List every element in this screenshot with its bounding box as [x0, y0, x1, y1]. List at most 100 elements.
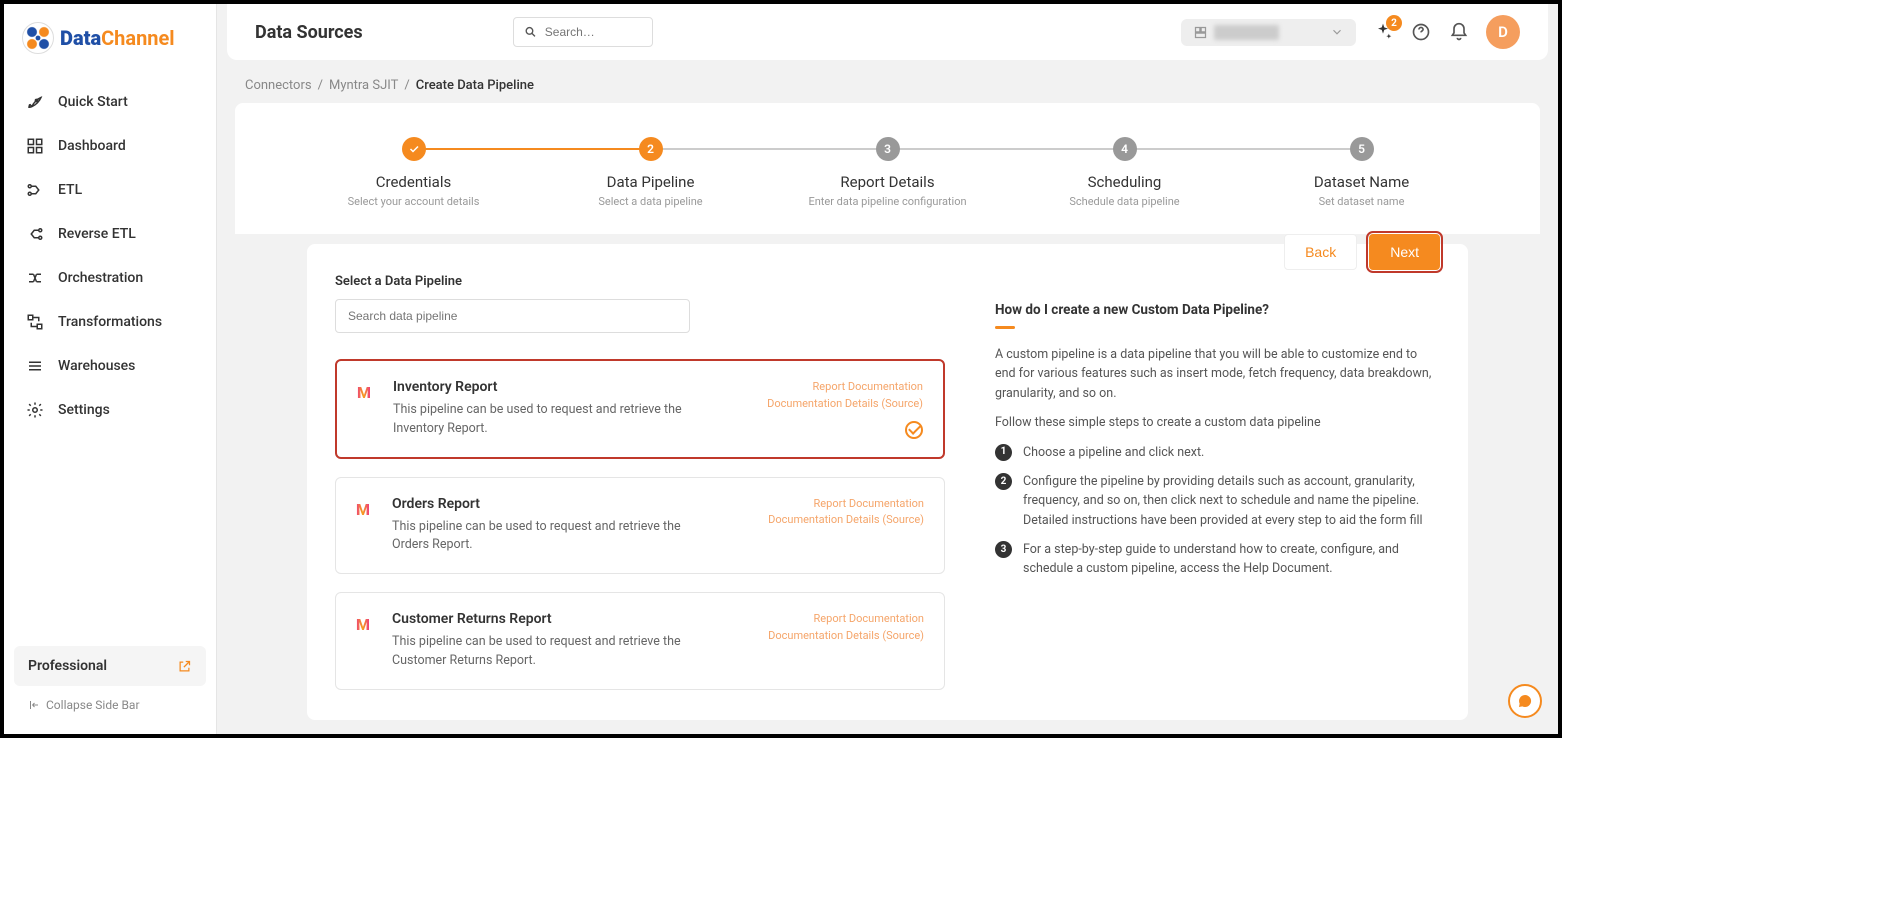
help-button[interactable] [1410, 21, 1432, 43]
pipeline-card[interactable]: M Customer Returns Report This pipeline … [335, 592, 945, 690]
breadcrumb-connectors[interactable]: Connectors [245, 78, 312, 93]
step-sub: Select a data pipeline [532, 195, 769, 208]
report-doc-link[interactable]: Report Documentation [768, 496, 924, 513]
step-sub: Schedule data pipeline [1006, 195, 1243, 208]
step-dataset-name[interactable]: 5 Dataset Name Set dataset name [1243, 137, 1480, 208]
transform-icon [26, 313, 44, 331]
sidebar-item-warehouses[interactable]: Warehouses [14, 344, 206, 388]
pipeline-desc: This pipeline can be used to request and… [393, 401, 693, 439]
step-title: Scheduling [1006, 173, 1243, 191]
notifications-button[interactable] [1448, 21, 1470, 43]
breadcrumb-current: Create Data Pipeline [416, 78, 534, 93]
help-step: Configure the pipeline by providing deta… [995, 472, 1440, 530]
step-credentials[interactable]: Credentials Select your account details [295, 137, 532, 208]
myntra-icon: M [356, 615, 378, 637]
help-step: Choose a pipeline and click next. [995, 443, 1440, 462]
stepper: Credentials Select your account details … [295, 137, 1480, 208]
help-steps: Choose a pipeline and click next. Config… [995, 443, 1440, 579]
help-paragraph: A custom pipeline is a data pipeline tha… [995, 345, 1440, 403]
report-doc-link[interactable]: Report Documentation [768, 611, 924, 628]
collapse-sidebar[interactable]: Collapse Side Bar [14, 686, 206, 724]
sidebar-item-label: Orchestration [58, 270, 143, 286]
myntra-icon: M [356, 500, 378, 522]
step-title: Report Details [769, 173, 1006, 191]
notif-badge: 2 [1386, 15, 1402, 31]
step-circle: 4 [1113, 137, 1137, 161]
database-icon [26, 357, 44, 375]
step-circle: 2 [639, 137, 663, 161]
sidebar-item-transformations[interactable]: Transformations [14, 300, 206, 344]
ai-sparkle-button[interactable]: 2 [1372, 21, 1394, 43]
workspace-label: Workspace [1214, 25, 1279, 40]
main: Data Sources Workspace 2 [217, 4, 1558, 734]
help-step: For a step-by-step guide to understand h… [995, 540, 1440, 579]
check-icon [408, 143, 420, 155]
logo[interactable]: DataChannel [4, 14, 216, 72]
doc-details-link[interactable]: Documentation Details (Source) [768, 512, 924, 529]
orchestration-icon [26, 269, 44, 287]
step-title: Data Pipeline [532, 173, 769, 191]
content-panel: Select a Data Pipeline M Inventory Repor… [307, 244, 1468, 720]
grid-icon [26, 137, 44, 155]
collapse-label: Collapse Side Bar [46, 698, 140, 712]
workspace-switcher[interactable]: Workspace [1181, 19, 1356, 46]
selected-check-icon [905, 421, 923, 439]
sidebar-item-label: Settings [58, 402, 110, 418]
collapse-icon [28, 699, 40, 711]
report-doc-link[interactable]: Report Documentation [767, 379, 923, 396]
search-input[interactable] [545, 25, 642, 39]
doc-details-link[interactable]: Documentation Details (Source) [768, 628, 924, 645]
pipeline-list: M Inventory Report This pipeline can be … [335, 359, 945, 690]
page-title: Data Sources [255, 22, 363, 43]
chat-icon [1517, 693, 1533, 709]
pipeline-search-input[interactable] [335, 299, 690, 333]
breadcrumb-connector-name[interactable]: Myntra SJIT [329, 78, 398, 93]
myntra-icon: M [357, 383, 379, 405]
sidebar: DataChannel Quick Start Dashboard ETL Re… [4, 4, 217, 734]
avatar[interactable]: D [1486, 15, 1520, 49]
sidebar-item-label: Dashboard [58, 138, 126, 154]
sidebar-item-label: ETL [58, 182, 82, 198]
step-circle: 3 [876, 137, 900, 161]
help-underline [995, 326, 1015, 329]
sidebar-item-label: Transformations [58, 314, 162, 330]
sidebar-item-reverse-etl[interactable]: Reverse ETL [14, 212, 206, 256]
pipeline-card[interactable]: M Inventory Report This pipeline can be … [335, 359, 945, 459]
sidebar-item-orchestration[interactable]: Orchestration [14, 256, 206, 300]
chevron-down-icon [1330, 25, 1344, 39]
step-circle: 5 [1350, 137, 1374, 161]
logo-icon [22, 22, 54, 54]
pipeline-desc: This pipeline can be used to request and… [392, 518, 692, 556]
section-label: Select a Data Pipeline [335, 274, 945, 289]
step-title: Credentials [295, 173, 532, 191]
global-search[interactable] [513, 17, 653, 47]
step-scheduling[interactable]: 4 Scheduling Schedule data pipeline [1006, 137, 1243, 208]
step-data-pipeline[interactable]: 2 Data Pipeline Select a data pipeline [532, 137, 769, 208]
sidebar-item-etl[interactable]: ETL [14, 168, 206, 212]
pipeline-card[interactable]: M Orders Report This pipeline can be use… [335, 477, 945, 575]
chat-fab[interactable] [1508, 684, 1542, 718]
sidebar-item-label: Warehouses [58, 358, 135, 374]
search-icon [524, 24, 537, 40]
etl-icon [26, 181, 44, 199]
doc-details-link[interactable]: Documentation Details (Source) [767, 396, 923, 413]
brand-part1: Data [60, 26, 101, 50]
sidebar-item-dashboard[interactable]: Dashboard [14, 124, 206, 168]
topbar: Data Sources Workspace 2 [227, 4, 1548, 60]
step-sub: Set dataset name [1243, 195, 1480, 208]
help-title: How do I create a new Custom Data Pipeli… [995, 302, 1440, 318]
rocket-icon [26, 93, 44, 111]
next-button[interactable]: Next [1369, 234, 1440, 270]
breadcrumb: Connectors / Myntra SJIT / Create Data P… [217, 60, 1558, 103]
sidebar-item-quickstart[interactable]: Quick Start [14, 80, 206, 124]
pipeline-desc: This pipeline can be used to request and… [392, 633, 692, 671]
back-button[interactable]: Back [1284, 234, 1357, 270]
sidebar-item-settings[interactable]: Settings [14, 388, 206, 432]
sidebar-nav: Quick Start Dashboard ETL Reverse ETL Or… [4, 72, 216, 646]
plan-box[interactable]: Professional [14, 646, 206, 686]
step-sub: Select your account details [295, 195, 532, 208]
gear-icon [26, 401, 44, 419]
external-link-icon [177, 659, 192, 674]
step-report-details[interactable]: 3 Report Details Enter data pipeline con… [769, 137, 1006, 208]
sidebar-item-label: Quick Start [58, 94, 128, 110]
